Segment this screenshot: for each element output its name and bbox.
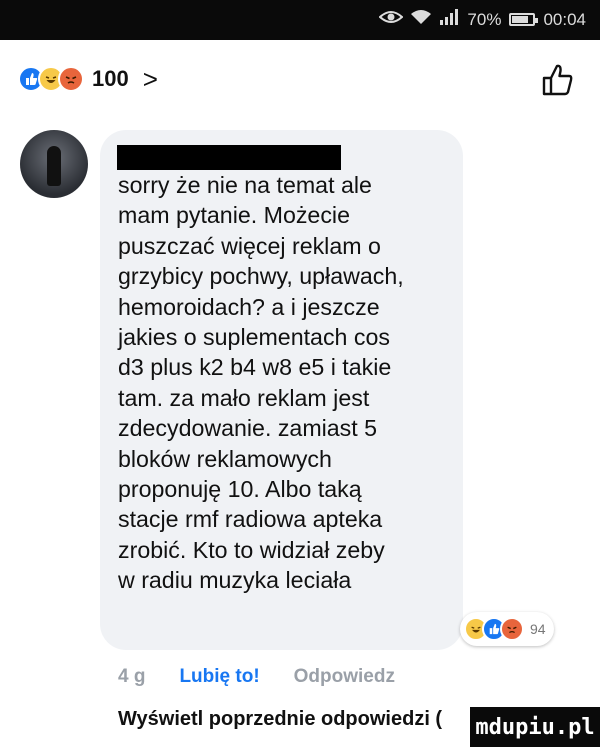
reply-link[interactable]: Odpowiedz (294, 666, 395, 688)
comment-actions: 4 g Lubię to! Odpowiedz (118, 666, 395, 688)
eye-icon (378, 9, 404, 30)
signal-icon (439, 9, 459, 30)
battery-icon (509, 13, 539, 26)
wifi-icon (411, 9, 432, 30)
like-button[interactable] (540, 62, 576, 103)
reactions-header: 100 > (0, 40, 600, 118)
thumbs-up-icon (542, 64, 573, 96)
comment-time: 4 g (118, 666, 146, 687)
watermark: mdupiu.pl (470, 707, 600, 747)
comment-text: sorry że nie na temat ale mam pytanie. M… (118, 172, 404, 594)
comment-reactions[interactable]: 94 (460, 612, 554, 646)
status-icons: 70% 00:04 (378, 9, 586, 30)
battery-percent: 70% (467, 9, 502, 29)
redacted-name (117, 145, 341, 170)
angry-icon (58, 66, 84, 92)
view-previous-replies-link[interactable]: Wyświetl poprzednie odpowiedzi ( (118, 708, 442, 731)
reaction-count: 100 (92, 66, 129, 91)
status-bar: 70% 00:04 (0, 0, 600, 40)
reactions-summary[interactable]: 100 > (18, 66, 158, 92)
angry-icon (500, 617, 524, 641)
clock: 00:04 (543, 9, 586, 29)
comment-like-link[interactable]: Lubię to! (179, 666, 259, 688)
avatar-figure (47, 146, 61, 186)
avatar[interactable] (20, 130, 88, 198)
comment-reaction-count: 94 (530, 621, 546, 637)
chevron-right-icon: > (142, 64, 158, 94)
